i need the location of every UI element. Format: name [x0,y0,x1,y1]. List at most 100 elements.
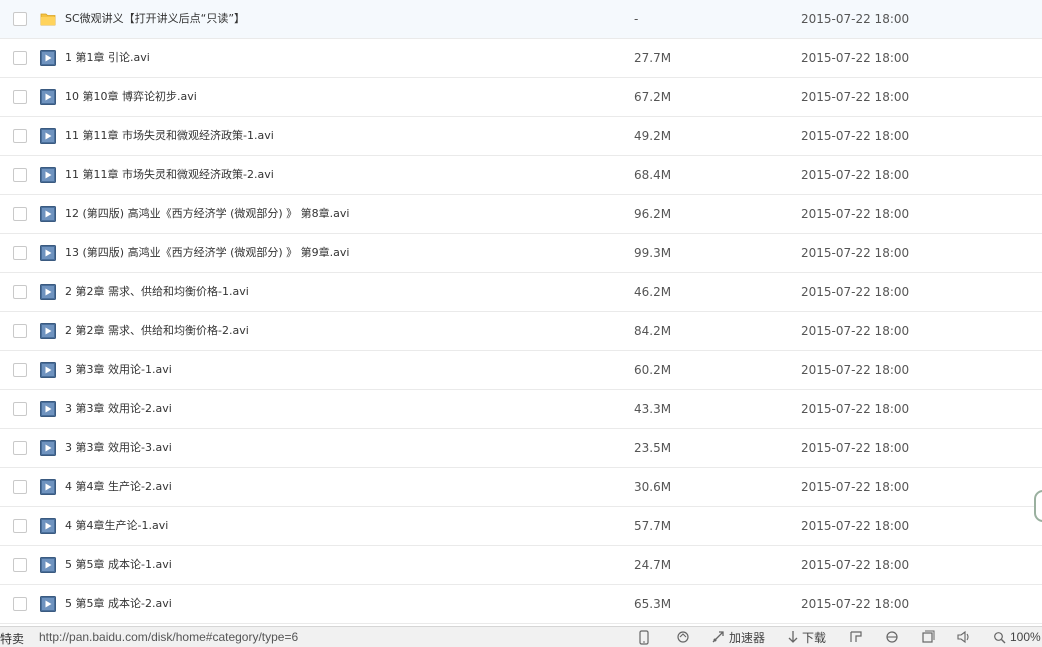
file-date: 2015-07-22 18:00 [801,441,910,455]
file-row[interactable]: 3 第3章 效用论-2.avi 43.3M 2015-07-22 18:00 [0,390,1042,429]
row-checkbox[interactable] [13,480,27,494]
speaker-button[interactable] [956,629,972,645]
file-date: 2015-07-22 18:00 [801,285,910,299]
row-checkbox[interactable] [13,207,27,221]
file-row[interactable]: 1 第1章 引论.avi 27.7M 2015-07-22 18:00 [0,39,1042,78]
file-row[interactable]: 2 第2章 需求、供给和均衡价格-1.avi 46.2M 2015-07-22 18… [0,273,1042,312]
status-left-text[interactable]: 特卖 [0,630,24,647]
zoom-icon [994,631,1006,643]
file-date: 2015-07-22 18:00 [801,402,910,416]
file-name[interactable]: 10 第10章 博弈论初步.avi [65,89,197,105]
file-name[interactable]: 11 第11章 市场失灵和微观经济政策-1.avi [65,128,274,144]
file-row[interactable]: 2 第2章 需求、供给和均衡价格-2.avi 84.2M 2015-07-22 18… [0,312,1042,351]
file-date: 2015-07-22 18:00 [801,597,910,611]
row-checkbox[interactable] [13,90,27,104]
file-name[interactable]: 1 第1章 引论.avi [65,50,150,66]
file-size: 57.7M [634,519,672,533]
file-name[interactable]: 13 (第四版) 高鸿业《西方经济学 (微观部分) 》 第9章.avi [65,245,349,261]
row-checkbox[interactable] [13,246,27,260]
video-icon [40,557,56,573]
file-row[interactable]: 12 (第四版) 高鸿业《西方经济学 (微观部分) 》 第8章.avi 96.2M… [0,195,1042,234]
scroll-handle[interactable] [1034,490,1042,522]
status-url: http://pan.baidu.com/disk/home#category/… [39,630,299,644]
video-icon [40,440,56,456]
file-name[interactable]: 3 第3章 效用论-3.avi [65,440,172,456]
file-name[interactable]: SC微观讲义【打开讲义后点“只读”】 [65,11,245,27]
phone-button[interactable] [638,629,650,645]
file-size: 46.2M [634,285,672,299]
file-row[interactable]: 5 第5章 成本论-1.avi 24.7M 2015-07-22 18:00 [0,546,1042,585]
file-row[interactable]: 11 第11章 市场失灵和微观经济政策-2.avi 68.4M 2015-07-22… [0,156,1042,195]
refresh-button[interactable] [676,629,690,645]
file-row[interactable]: 11 第11章 市场失灵和微观经济政策-1.avi 49.2M 2015-07-22… [0,117,1042,156]
file-name[interactable]: 4 第4章生产论-1.avi [65,518,168,534]
row-checkbox[interactable] [13,441,27,455]
row-checkbox[interactable] [13,324,27,338]
ie-button[interactable] [885,629,899,645]
file-date: 2015-07-22 18:00 [801,51,910,65]
file-date: 2015-07-22 18:00 [801,168,910,182]
file-row[interactable]: SC微观讲义【打开讲义后点“只读”】 - 2015-07-22 18:00 [0,0,1042,39]
file-size: - [634,12,639,26]
video-icon [40,596,56,612]
video-icon [40,206,56,222]
download-icon [788,631,798,643]
file-date: 2015-07-22 18:00 [801,207,910,221]
zoom-level: 100% [1010,630,1041,644]
download-button[interactable]: 下载 [787,629,826,645]
file-row[interactable]: 3 第3章 效用论-1.avi 60.2M 2015-07-22 18:00 [0,351,1042,390]
download-label: 下载 [802,630,827,645]
refresh-icon [677,631,689,643]
file-row[interactable]: 4 第4章 生产论-2.avi 30.6M 2015-07-22 18:00 [0,468,1042,507]
file-date: 2015-07-22 18:00 [801,324,910,338]
file-date: 2015-07-22 18:00 [801,246,910,260]
file-name[interactable]: 4 第4章 生产论-2.avi [65,479,172,495]
file-row[interactable]: 5 第5章 成本论-2.avi 65.3M 2015-07-22 18:00 [0,585,1042,624]
file-row[interactable]: 4 第4章生产论-1.avi 57.7M 2015-07-22 18:00 [0,507,1042,546]
row-checkbox[interactable] [13,168,27,182]
bookmark-button[interactable] [849,629,863,645]
status-bar: 特卖 http://pan.baidu.com/disk/home#catego… [0,626,1042,647]
row-checkbox[interactable] [13,12,27,26]
accelerator-button[interactable]: 加速器 [711,629,765,645]
video-icon [40,284,56,300]
file-size: 84.2M [634,324,672,338]
video-icon [40,362,56,378]
file-name[interactable]: 5 第5章 成本论-2.avi [65,596,172,612]
row-checkbox[interactable] [13,129,27,143]
video-icon [40,245,56,261]
row-checkbox[interactable] [13,402,27,416]
video-icon [40,401,56,417]
file-size: 68.4M [634,168,672,182]
file-date: 2015-07-22 18:00 [801,519,910,533]
file-date: 2015-07-22 18:00 [801,558,910,572]
ie-icon [886,631,898,643]
file-name[interactable]: 12 (第四版) 高鸿业《西方经济学 (微观部分) 》 第8章.avi [65,206,349,222]
row-checkbox[interactable] [13,285,27,299]
file-size: 49.2M [634,129,672,143]
file-size: 67.2M [634,90,672,104]
row-checkbox[interactable] [13,558,27,572]
file-row[interactable]: 13 (第四版) 高鸿业《西方经济学 (微观部分) 》 第9章.avi 99.3M… [0,234,1042,273]
file-name[interactable]: 2 第2章 需求、供给和均衡价格-2.avi [65,323,249,339]
file-date: 2015-07-22 18:00 [801,480,910,494]
file-name[interactable]: 3 第3章 效用论-1.avi [65,362,172,378]
file-date: 2015-07-22 18:00 [801,363,910,377]
row-checkbox[interactable] [13,519,27,533]
row-checkbox[interactable] [13,51,27,65]
file-size: 24.7M [634,558,672,572]
window-button[interactable] [921,629,935,645]
file-size: 30.6M [634,480,672,494]
file-name[interactable]: 5 第5章 成本论-1.avi [65,557,172,573]
folder-icon [40,11,56,27]
row-checkbox[interactable] [13,363,27,377]
zoom-button[interactable]: 100% [993,629,1041,645]
speaker-icon [957,630,969,644]
file-name[interactable]: 3 第3章 效用论-2.avi [65,401,172,417]
file-row[interactable]: 10 第10章 博弈论初步.avi 67.2M 2015-07-22 18:00 [0,78,1042,117]
file-name[interactable]: 2 第2章 需求、供给和均衡价格-1.avi [65,284,249,300]
file-name[interactable]: 11 第11章 市场失灵和微观经济政策-2.avi [65,167,274,183]
row-checkbox[interactable] [13,597,27,611]
video-icon [40,89,56,105]
file-row[interactable]: 3 第3章 效用论-3.avi 23.5M 2015-07-22 18:00 [0,429,1042,468]
